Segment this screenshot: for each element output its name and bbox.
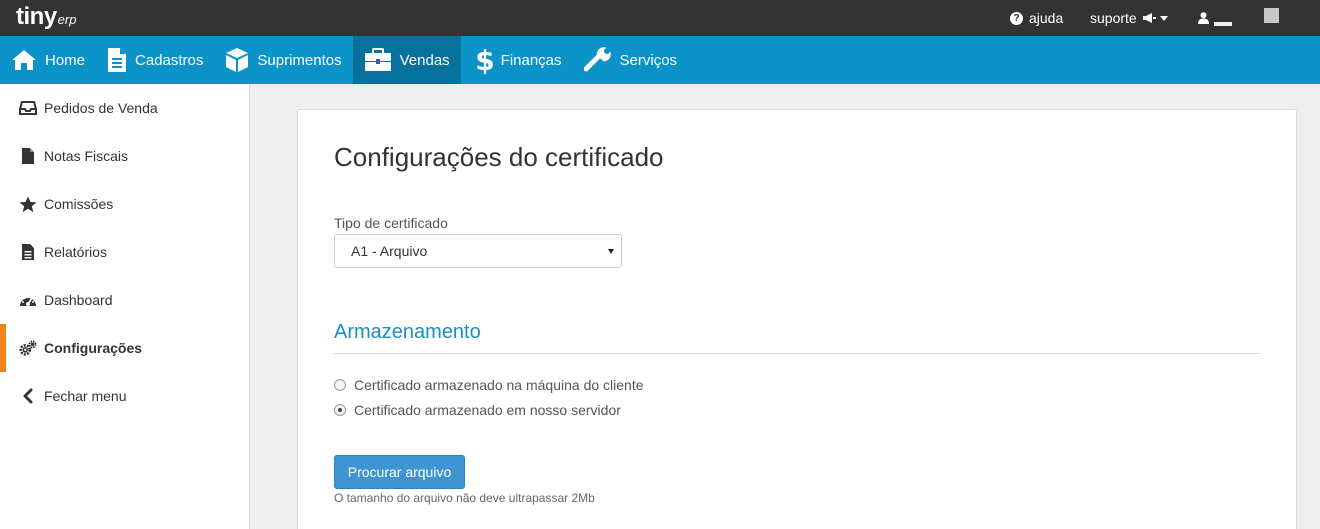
tiny-erp-logo[interactable]: tinyerp bbox=[16, 3, 76, 33]
inbox-icon bbox=[19, 99, 37, 117]
megaphone-icon bbox=[1142, 13, 1156, 23]
nav-suprimentos-label: Suprimentos bbox=[257, 51, 342, 69]
storage-option-client[interactable]: Certificado armazenado na máquina do cli… bbox=[334, 377, 644, 393]
nav-cadastros-label: Cadastros bbox=[135, 51, 204, 69]
sidebar-item-configuracoes[interactable]: Configurações bbox=[0, 324, 249, 372]
sidebar-item-label: Configurações bbox=[44, 340, 143, 356]
briefcase-icon bbox=[364, 48, 391, 71]
user-menu[interactable] bbox=[1198, 0, 1232, 36]
nav-vendas[interactable]: Vendas bbox=[352, 36, 461, 84]
sidebar-item-label: Relatórios bbox=[44, 244, 108, 260]
sidebar-item-dashboard[interactable]: Dashboard bbox=[0, 276, 249, 324]
user-icon bbox=[1198, 12, 1209, 24]
sidebar: Pedidos de Venda Notas Fiscais Comissões… bbox=[0, 84, 250, 529]
help-link[interactable]: ? ajuda bbox=[1010, 0, 1063, 36]
apps-square-icon[interactable] bbox=[1264, 8, 1279, 23]
cert-type-label: Tipo de certificado bbox=[334, 215, 448, 231]
nav-vendas-label: Vendas bbox=[399, 51, 450, 69]
dashboard-icon bbox=[19, 291, 37, 309]
cogs-icon bbox=[19, 339, 37, 357]
chevron-left-icon bbox=[19, 387, 37, 405]
help-label: ajuda bbox=[1029, 10, 1064, 26]
sidebar-item-label: Comissões bbox=[44, 196, 114, 212]
storage-option-label: Certificado armazenado na máquina do cli… bbox=[354, 377, 644, 393]
radio-our-server[interactable] bbox=[334, 404, 346, 416]
support-menu[interactable]: suporte bbox=[1090, 0, 1168, 36]
box-icon bbox=[226, 48, 249, 72]
nav-suprimentos[interactable]: Suprimentos bbox=[214, 36, 352, 84]
file-icon bbox=[19, 147, 37, 165]
star-icon bbox=[19, 195, 37, 213]
support-label: suporte bbox=[1090, 10, 1137, 26]
document-icon bbox=[108, 48, 127, 72]
content-panel: Configurações do certificado Tipo de cer… bbox=[297, 109, 1297, 529]
sidebar-item-label: Dashboard bbox=[44, 292, 113, 308]
nav-financas-label: Finanças bbox=[500, 51, 562, 69]
sidebar-item-fechar-menu[interactable]: Fechar menu bbox=[0, 372, 249, 420]
nav-servicos[interactable]: Serviços bbox=[573, 36, 689, 84]
sidebar-item-notas-fiscais[interactable]: Notas Fiscais bbox=[0, 132, 249, 180]
nav-home[interactable]: Home bbox=[0, 36, 96, 84]
select-arrow-icon bbox=[608, 249, 614, 254]
page-title: Configurações do certificado bbox=[334, 142, 664, 172]
file-size-hint: O tamanho do arquivo não deve ultrapassa… bbox=[334, 491, 595, 505]
nav-servicos-label: Serviços bbox=[619, 51, 678, 69]
nav-financas[interactable]: $ Finanças bbox=[461, 36, 573, 84]
sidebar-item-label: Fechar menu bbox=[44, 388, 127, 404]
storage-option-label: Certificado armazenado em nosso servidor bbox=[354, 402, 621, 418]
cert-type-select[interactable]: A1 - Arquivo bbox=[334, 234, 622, 268]
logo-suffix: erp bbox=[57, 12, 77, 27]
sidebar-item-label: Pedidos de Venda bbox=[44, 100, 158, 116]
svg-text:$: $ bbox=[477, 45, 493, 75]
nav-home-label: Home bbox=[45, 51, 86, 69]
logo-name: tiny bbox=[16, 3, 57, 30]
sidebar-item-comissoes[interactable]: Comissões bbox=[0, 180, 249, 228]
dollar-icon: $ bbox=[477, 45, 493, 75]
top-bar: tinyerp ? ajuda suporte bbox=[0, 0, 1320, 36]
radio-client-machine[interactable] bbox=[334, 379, 346, 391]
report-icon bbox=[19, 243, 37, 261]
browse-file-button[interactable]: Procurar arquivo bbox=[334, 455, 465, 489]
section-divider bbox=[334, 353, 1261, 354]
sidebar-item-label: Notas Fiscais bbox=[44, 148, 129, 164]
caret-down-icon bbox=[1159, 15, 1168, 21]
storage-section-title: Armazenamento bbox=[334, 321, 481, 343]
nav-cadastros[interactable]: Cadastros bbox=[96, 36, 214, 84]
storage-option-server[interactable]: Certificado armazenado em nosso servidor bbox=[334, 402, 621, 418]
help-circle-icon: ? bbox=[1010, 11, 1023, 25]
main-nav: Home Cadastros Suprimentos Vendas $ Fina… bbox=[0, 36, 1320, 84]
sidebar-item-pedidos-de-venda[interactable]: Pedidos de Venda bbox=[0, 84, 249, 132]
home-icon bbox=[12, 50, 36, 70]
cert-type-value: A1 - Arquivo bbox=[351, 243, 428, 259]
wrench-icon bbox=[583, 47, 611, 72]
sidebar-item-relatorios[interactable]: Relatórios bbox=[0, 228, 249, 276]
user-name-placeholder bbox=[1214, 22, 1232, 26]
